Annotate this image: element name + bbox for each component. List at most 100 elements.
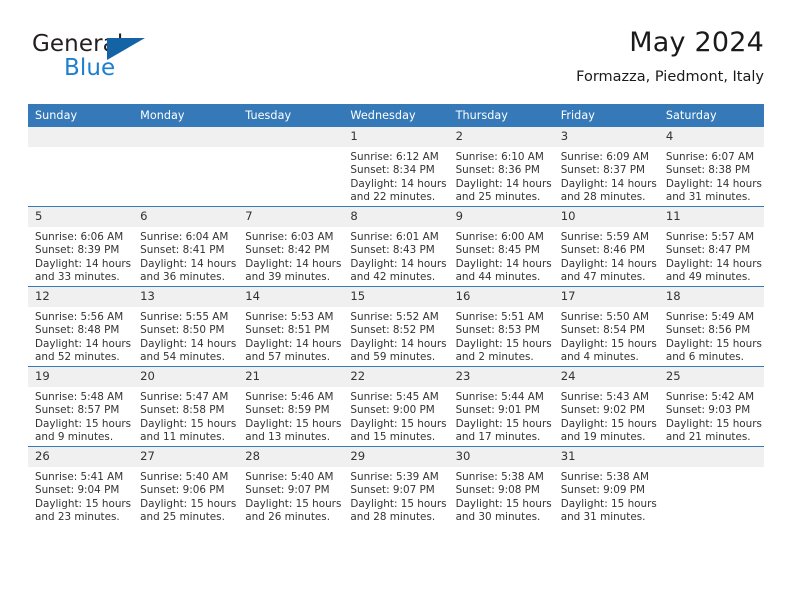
- day-sun-details: Sunrise: 5:55 AM Sunset: 8:50 PM Daylight:…: [133, 307, 238, 365]
- daylight-line-1: Daylight: 15 hours: [245, 497, 342, 510]
- sunset-line: Sunset: 9:04 PM: [35, 484, 120, 497]
- sunrise-line: Sunrise: 5:40 AM: [245, 471, 334, 483]
- day-sun-details: Sunrise: 5:56 AM Sunset: 8:48 PM Daylight:…: [28, 307, 133, 365]
- sunrise-line: Sunrise: 6:01 AM: [350, 231, 439, 243]
- day-sun-details: Sunrise: 5:52 AM Sunset: 8:52 PM Daylight:…: [343, 307, 448, 365]
- daylight-line-2: and 11 minutes.: [140, 431, 225, 444]
- sunset-line: Sunset: 9:02 PM: [560, 404, 646, 417]
- daylight-line-2: and 15 minutes.: [350, 431, 436, 444]
- day-number: 27: [133, 447, 239, 467]
- calendar-week-row: 19 Sunrise: 5:48 AM Sunset: 8:57 PM Dayligh…: [28, 366, 764, 447]
- sunset-line: Sunset: 9:07 PM: [350, 484, 435, 497]
- calendar-day-cell[interactable]: 10 Sunrise: 5:59 AM Sunset: 8:46 PM Dayligh…: [553, 206, 659, 287]
- daylight-line-2: and 21 minutes.: [665, 431, 751, 444]
- calendar-day-cell[interactable]: 19 Sunrise: 5:48 AM Sunset: 8:57 PM Dayligh…: [28, 366, 134, 447]
- calendar-day-cell[interactable]: 4 Sunrise: 6:07 AM Sunset: 8:38 PM Daylight…: [658, 127, 764, 207]
- calendar-day-cell[interactable]: 14 Sunrise: 5:53 AM Sunset: 8:51 PM Dayligh…: [238, 286, 344, 367]
- calendar-day-cell[interactable]: 1 Sunrise: 6:12 AM Sunset: 8:34 PM Daylight…: [343, 127, 449, 207]
- calendar-day-cell[interactable]: 24 Sunrise: 5:43 AM Sunset: 9:02 PM Dayligh…: [553, 366, 659, 447]
- sunrise-line: Sunrise: 5:38 AM: [455, 471, 544, 483]
- day-number: 18: [658, 287, 764, 307]
- day-sun-details: Sunrise: 5:41 AM Sunset: 9:04 PM Daylight:…: [28, 467, 133, 525]
- sunrise-line: Sunrise: 5:55 AM: [140, 311, 229, 323]
- day-sun-details: Sunrise: 5:48 AM Sunset: 8:57 PM Daylight:…: [28, 387, 133, 445]
- calendar-day-cell[interactable]: 26 Sunrise: 5:41 AM Sunset: 9:04 PM Dayligh…: [28, 446, 134, 526]
- day-sun-details: Sunrise: 6:01 AM Sunset: 8:43 PM Daylight:…: [343, 227, 448, 285]
- sunset-line: Sunset: 8:38 PM: [665, 164, 751, 177]
- day-number: 25: [658, 367, 764, 387]
- day-number: 1: [343, 127, 449, 147]
- daylight-line-1: Daylight: 14 hours: [455, 257, 552, 270]
- sunrise-line: Sunrise: 6:03 AM: [245, 231, 334, 243]
- day-sun-details: Sunrise: 5:45 AM Sunset: 9:00 PM Daylight:…: [343, 387, 448, 445]
- day-sun-details: Sunrise: 5:57 AM Sunset: 8:47 PM Daylight:…: [659, 227, 764, 285]
- daylight-line-1: Daylight: 14 hours: [140, 257, 237, 270]
- day-number: [658, 447, 764, 467]
- calendar-day-cell[interactable]: 22 Sunrise: 5:45 AM Sunset: 9:00 PM Dayligh…: [343, 366, 449, 447]
- calendar-day-cell[interactable]: 28 Sunrise: 5:40 AM Sunset: 9:07 PM Dayligh…: [238, 446, 344, 526]
- sunrise-line: Sunrise: 6:04 AM: [140, 231, 229, 243]
- calendar-day-cell[interactable]: 29 Sunrise: 5:39 AM Sunset: 9:07 PM Dayligh…: [343, 446, 449, 526]
- day-sun-details: Sunrise: 6:03 AM Sunset: 8:42 PM Daylight:…: [238, 227, 343, 285]
- calendar-day-cell[interactable]: 7 Sunrise: 6:03 AM Sunset: 8:42 PM Daylight…: [238, 206, 344, 287]
- daylight-line-2: and 39 minutes.: [245, 271, 331, 284]
- calendar-day-cell[interactable]: 20 Sunrise: 5:47 AM Sunset: 8:58 PM Dayligh…: [133, 366, 239, 447]
- calendar-day-cell[interactable]: 16 Sunrise: 5:51 AM Sunset: 8:53 PM Dayligh…: [448, 286, 554, 367]
- sunset-line: Sunset: 8:51 PM: [245, 324, 330, 337]
- page-subtitle: Formazza, Piedmont, Italy: [576, 69, 764, 85]
- calendar-day-cell[interactable]: 30 Sunrise: 5:38 AM Sunset: 9:08 PM Dayligh…: [448, 446, 554, 526]
- day-sun-details: Sunrise: 5:59 AM Sunset: 8:46 PM Daylight:…: [554, 227, 659, 285]
- calendar-day-cell[interactable]: 25 Sunrise: 5:42 AM Sunset: 9:03 PM Dayligh…: [658, 366, 764, 447]
- day-sun-details: Sunrise: 6:06 AM Sunset: 8:39 PM Daylight:…: [28, 227, 133, 285]
- general-blue-logo[interactable]: General Blue: [32, 31, 232, 93]
- day-sun-details: Sunrise: 5:47 AM Sunset: 8:58 PM Daylight:…: [133, 387, 238, 445]
- calendar-day-cell[interactable]: 23 Sunrise: 5:44 AM Sunset: 9:01 PM Dayligh…: [448, 366, 554, 447]
- calendar-week-row: 12 Sunrise: 5:56 AM Sunset: 8:48 PM Dayligh…: [28, 286, 764, 367]
- daylight-line-2: and 28 minutes.: [350, 511, 436, 524]
- calendar-day-cell[interactable]: 15 Sunrise: 5:52 AM Sunset: 8:52 PM Dayligh…: [343, 286, 449, 367]
- sunrise-line: Sunrise: 5:39 AM: [350, 471, 439, 483]
- daylight-line-2: and 25 minutes.: [140, 511, 225, 524]
- sunrise-line: Sunrise: 5:49 AM: [665, 311, 755, 323]
- sunrise-line: Sunrise: 5:59 AM: [560, 231, 649, 243]
- calendar-day-cell[interactable]: 3 Sunrise: 6:09 AM Sunset: 8:37 PM Daylight…: [553, 127, 659, 207]
- day-sun-details: Sunrise: 5:43 AM Sunset: 9:02 PM Daylight:…: [554, 387, 659, 445]
- calendar-day-cell[interactable]: 5 Sunrise: 6:06 AM Sunset: 8:39 PM Daylight…: [28, 206, 134, 287]
- calendar-day-cell[interactable]: 8 Sunrise: 6:01 AM Sunset: 8:43 PM Daylight…: [343, 206, 449, 287]
- calendar-day-cell[interactable]: 31 Sunrise: 5:38 AM Sunset: 9:09 PM Dayligh…: [553, 446, 659, 526]
- calendar-day-cell[interactable]: 21 Sunrise: 5:46 AM Sunset: 8:59 PM Dayligh…: [238, 366, 344, 447]
- sunrise-line: Sunrise: 5:48 AM: [35, 391, 124, 403]
- calendar-day-cell[interactable]: 18 Sunrise: 5:49 AM Sunset: 8:56 PM Dayligh…: [658, 286, 764, 367]
- weekday-header-row: Sunday Monday Tuesday Wednesday Thursday Frid…: [28, 104, 764, 127]
- calendar-day-cell[interactable]: 6 Sunrise: 6:04 AM Sunset: 8:41 PM Daylight…: [133, 206, 239, 287]
- day-sun-details: Sunrise: 6:04 AM Sunset: 8:41 PM Daylight:…: [133, 227, 238, 285]
- day-sun-details: Sunrise: 6:10 AM Sunset: 8:36 PM Daylight:…: [449, 147, 554, 205]
- calendar-week-row: 1 Sunrise: 6:12 AM Sunset: 8:34 PM Daylight…: [28, 127, 764, 207]
- calendar-day-cell[interactable]: 12 Sunrise: 5:56 AM Sunset: 8:48 PM Dayligh…: [28, 286, 134, 367]
- day-sun-details: Sunrise: 5:38 AM Sunset: 9:09 PM Daylight:…: [554, 467, 659, 525]
- day-number: 8: [343, 207, 449, 227]
- daylight-line-2: and 59 minutes.: [350, 351, 436, 364]
- daylight-line-1: Daylight: 14 hours: [35, 257, 132, 270]
- calendar-page: General Blue May 2024 Formazza, Piedmont…: [0, 0, 792, 612]
- calendar-day-cell[interactable]: 9 Sunrise: 6:00 AM Sunset: 8:45 PM Daylight…: [448, 206, 554, 287]
- daylight-line-2: and 19 minutes.: [560, 431, 646, 444]
- calendar-day-cell[interactable]: 17 Sunrise: 5:50 AM Sunset: 8:54 PM Dayligh…: [553, 286, 659, 367]
- daylight-line-1: Daylight: 14 hours: [455, 177, 552, 190]
- weekday-header-tuesday: Tuesday: [238, 104, 344, 127]
- daylight-line-2: and 31 minutes.: [560, 511, 646, 524]
- calendar-day-cell[interactable]: 11 Sunrise: 5:57 AM Sunset: 8:47 PM Dayligh…: [658, 206, 764, 287]
- sunrise-line: Sunrise: 5:41 AM: [35, 471, 124, 483]
- calendar-day-cell[interactable]: 13 Sunrise: 5:55 AM Sunset: 8:50 PM Dayligh…: [133, 286, 239, 367]
- daylight-line-2: and 44 minutes.: [455, 271, 541, 284]
- daylight-line-1: Daylight: 15 hours: [455, 337, 552, 350]
- day-sun-details: Sunrise: 6:07 AM Sunset: 8:38 PM Daylight:…: [659, 147, 764, 205]
- daylight-line-1: Daylight: 14 hours: [350, 257, 447, 270]
- daylight-line-2: and 33 minutes.: [35, 271, 120, 284]
- weekday-header-wednesday: Wednesday: [343, 104, 449, 127]
- calendar-day-cell[interactable]: 2 Sunrise: 6:10 AM Sunset: 8:36 PM Daylight…: [448, 127, 554, 207]
- sunset-line: Sunset: 9:01 PM: [455, 404, 540, 417]
- day-sun-details: Sunrise: 5:40 AM Sunset: 9:06 PM Daylight:…: [133, 467, 238, 525]
- calendar-day-cell[interactable]: 27 Sunrise: 5:40 AM Sunset: 9:06 PM Dayligh…: [133, 446, 239, 526]
- daylight-line-2: and 28 minutes.: [560, 191, 646, 204]
